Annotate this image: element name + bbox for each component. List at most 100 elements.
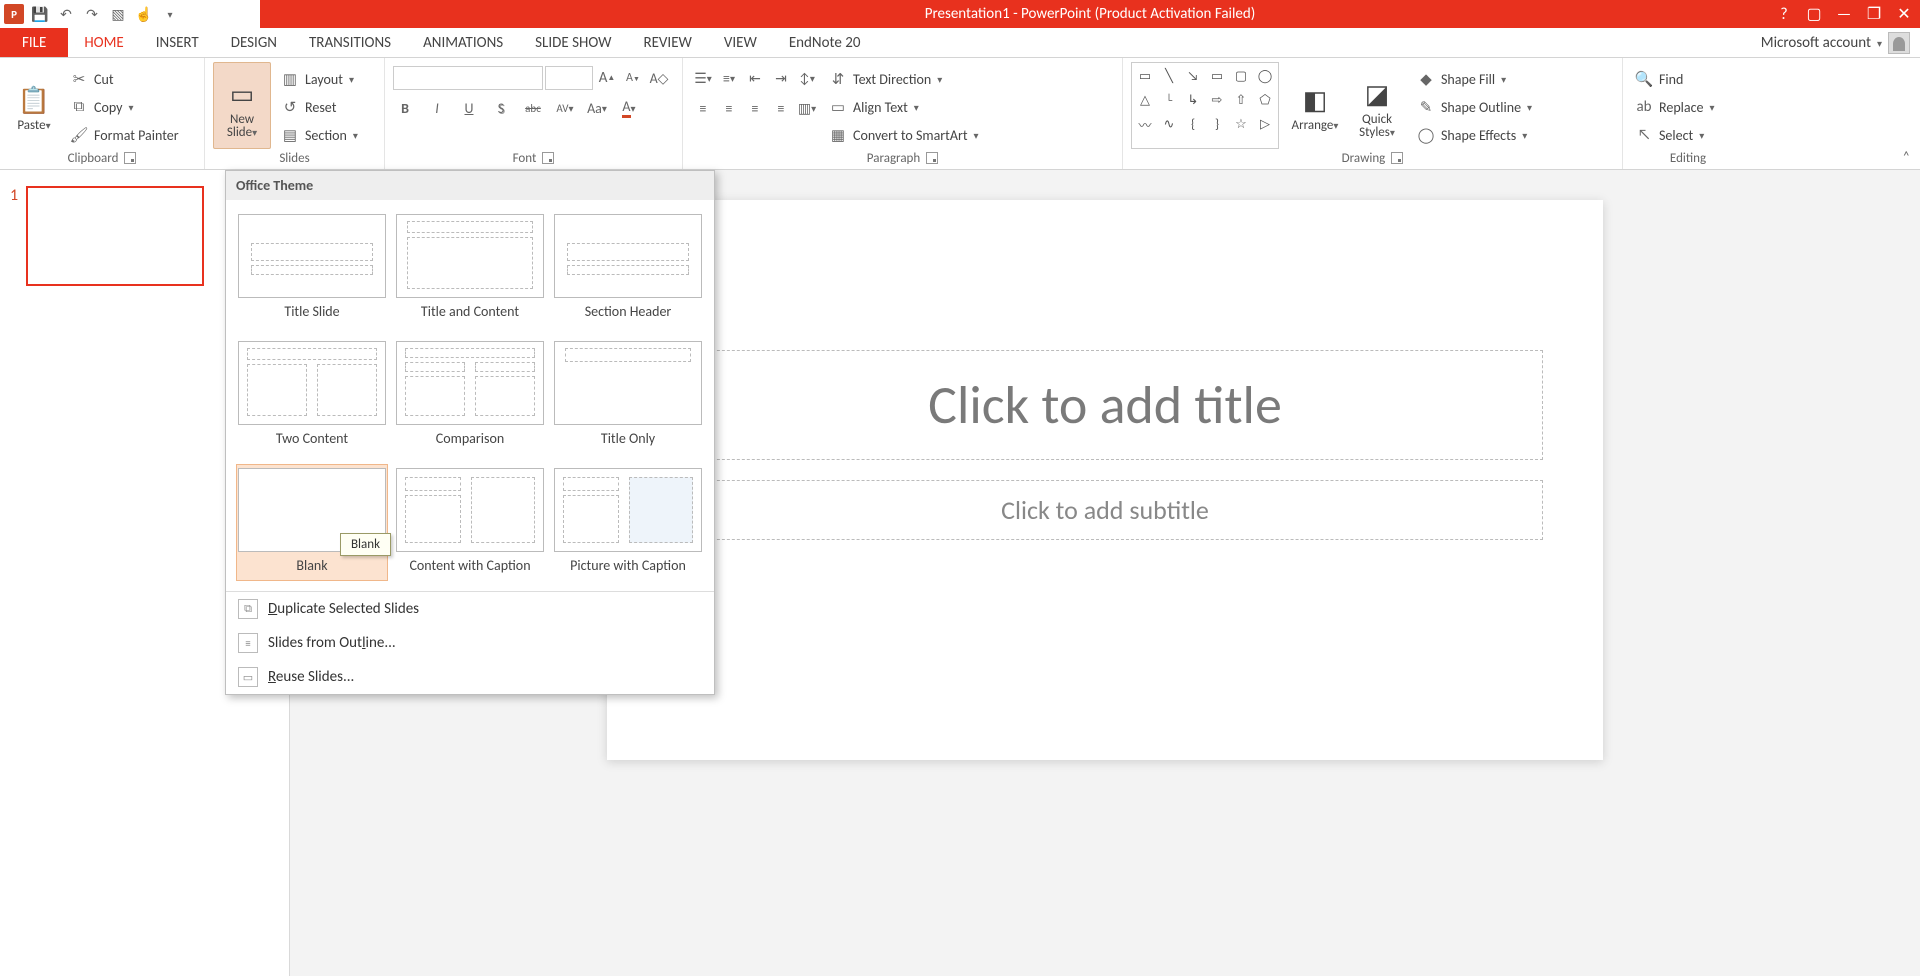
ribbon-display-options-icon[interactable]: ▢	[1804, 4, 1824, 24]
tab-design[interactable]: DESIGN	[215, 28, 293, 57]
align-right-button[interactable]: ≡	[743, 96, 767, 120]
dialog-launcher-icon[interactable]	[926, 152, 938, 164]
shape-curve-icon[interactable]: 〰	[1134, 113, 1156, 135]
shrink-font-button[interactable]: A▼	[621, 66, 645, 90]
line-spacing-button[interactable]: ↕	[795, 66, 819, 90]
slide-thumb-preview[interactable]	[26, 186, 204, 286]
shape-lconnector-icon[interactable]: └	[1158, 89, 1180, 111]
tab-insert[interactable]: INSERT	[140, 28, 215, 57]
restore-icon[interactable]: ❐	[1864, 4, 1884, 24]
collapse-ribbon-icon[interactable]: ˄	[1902, 148, 1910, 165]
arrange-button[interactable]: ◧ Arrange	[1289, 62, 1341, 149]
columns-button[interactable]: ▥	[795, 96, 819, 120]
italic-button[interactable]: I	[425, 96, 449, 120]
slide-canvas[interactable]: Click to add title Click to add subtitle	[607, 200, 1603, 760]
bullets-button[interactable]: ☰	[691, 66, 715, 90]
layout-title-content[interactable]: Title and Content	[394, 210, 546, 327]
clear-formatting-button[interactable]: A◇	[647, 66, 671, 90]
bold-button[interactable]: B	[393, 96, 417, 120]
reuse-slides-item[interactable]: ▭ Reuse Slides...	[226, 660, 714, 694]
shapes-gallery[interactable]: ▭ ╲ ↘ ▭ ▢ ◯ △ └ ↳ ⇨ ⇧ ⬠ 〰 ∿ { } ☆ ▷	[1131, 62, 1279, 149]
shape-triangle-icon[interactable]: △	[1134, 89, 1156, 111]
shape-uparrow-icon[interactable]: ⇧	[1230, 89, 1252, 111]
tab-review[interactable]: REVIEW	[627, 28, 707, 57]
start-from-beginning-icon[interactable]: ▧	[108, 4, 128, 24]
layout-title-slide[interactable]: Title Slide	[236, 210, 388, 327]
font-family-input[interactable]	[393, 66, 543, 90]
cut-button[interactable]: ✂Cut	[66, 66, 183, 92]
shape-pentagon-icon[interactable]: ⬠	[1254, 89, 1276, 111]
copy-button[interactable]: ⧉Copy	[66, 94, 183, 120]
layout-two-content[interactable]: Two Content	[236, 337, 388, 454]
dialog-launcher-icon[interactable]	[542, 152, 554, 164]
font-color-button[interactable]: A	[617, 96, 641, 120]
layout-picture-caption[interactable]: Picture with Caption	[552, 464, 704, 581]
section-button[interactable]: ▤Section	[277, 122, 362, 148]
replace-button[interactable]: abReplace	[1631, 94, 1719, 120]
shape-lbrace-icon[interactable]: {	[1182, 113, 1204, 135]
shape-rbrace-icon[interactable]: }	[1206, 113, 1228, 135]
shape-textbox-icon[interactable]: ▭	[1134, 65, 1156, 87]
underline-button[interactable]: U	[457, 96, 481, 120]
strikethrough-button[interactable]: abc	[521, 96, 545, 120]
shape-rightarrow-icon[interactable]: ⇨	[1206, 89, 1228, 111]
tab-animations[interactable]: ANIMATIONS	[407, 28, 519, 57]
account-area[interactable]: Microsoft account	[1761, 28, 1920, 57]
format-painter-button[interactable]: 🖌Format Painter	[66, 122, 183, 148]
duplicate-slides-item[interactable]: ⧉ Duplicate Selected Slides	[226, 592, 714, 626]
increase-indent-button[interactable]: ⇥	[769, 66, 793, 90]
shape-elbow-icon[interactable]: ↳	[1182, 89, 1204, 111]
qat-customize-icon[interactable]	[160, 4, 180, 24]
shadow-button[interactable]: S	[489, 96, 513, 120]
title-placeholder[interactable]: Click to add title	[667, 350, 1543, 460]
align-left-button[interactable]: ≡	[691, 96, 715, 120]
shape-rect-icon[interactable]: ▭	[1206, 65, 1228, 87]
reset-button[interactable]: ↺Reset	[277, 94, 362, 120]
find-button[interactable]: 🔍Find	[1631, 66, 1719, 92]
char-spacing-button[interactable]: AV	[553, 96, 577, 120]
shape-arrow-icon[interactable]: ↘	[1182, 65, 1204, 87]
minimize-icon[interactable]: —	[1834, 4, 1854, 24]
shape-effects-button[interactable]: ◯Shape Effects	[1413, 122, 1536, 148]
new-slide-button[interactable]: ▭ New Slide	[213, 62, 271, 149]
paste-button[interactable]: 📋 Paste	[8, 62, 60, 149]
touch-mode-icon[interactable]: ☝	[134, 4, 154, 24]
layout-title-only[interactable]: Title Only	[552, 337, 704, 454]
layout-blank[interactable]: Blank Blank	[236, 464, 388, 581]
align-text-button[interactable]: ▭Align Text	[825, 94, 983, 120]
undo-icon[interactable]: ↶	[56, 4, 76, 24]
tab-home[interactable]: HOME	[68, 28, 139, 57]
font-size-input[interactable]	[545, 66, 593, 90]
shape-oval-icon[interactable]: ◯	[1254, 65, 1276, 87]
layout-section-header[interactable]: Section Header	[552, 210, 704, 327]
decrease-indent-button[interactable]: ⇤	[743, 66, 767, 90]
slides-from-outline-item[interactable]: ≡ Slides from Outline...	[226, 626, 714, 660]
shape-freeform-icon[interactable]: ∿	[1158, 113, 1180, 135]
text-direction-button[interactable]: ⇵Text Direction	[825, 66, 983, 92]
redo-icon[interactable]: ↷	[82, 4, 102, 24]
shape-action-icon[interactable]: ▷	[1254, 113, 1276, 135]
subtitle-placeholder[interactable]: Click to add subtitle	[667, 480, 1543, 540]
layout-button[interactable]: ▥Layout	[277, 66, 362, 92]
tab-view[interactable]: VIEW	[708, 28, 773, 57]
close-icon[interactable]: ✕	[1894, 4, 1914, 24]
convert-smartart-button[interactable]: ▦Convert to SmartArt	[825, 122, 983, 148]
shape-outline-button[interactable]: ✎Shape Outline	[1413, 94, 1536, 120]
grow-font-button[interactable]: A▲	[595, 66, 619, 90]
align-center-button[interactable]: ≡	[717, 96, 741, 120]
justify-button[interactable]: ≡	[769, 96, 793, 120]
dialog-launcher-icon[interactable]	[1391, 152, 1403, 164]
tab-slideshow[interactable]: SLIDE SHOW	[519, 28, 627, 57]
quick-styles-button[interactable]: ◪ Quick Styles	[1351, 62, 1403, 149]
shape-star-icon[interactable]: ☆	[1230, 113, 1252, 135]
numbering-button[interactable]: ≡	[717, 66, 741, 90]
dialog-launcher-icon[interactable]	[124, 152, 136, 164]
shape-roundrect-icon[interactable]: ▢	[1230, 65, 1252, 87]
tab-endnote[interactable]: EndNote 20	[773, 28, 877, 57]
layout-content-caption[interactable]: Content with Caption	[394, 464, 546, 581]
change-case-button[interactable]: Aa	[585, 96, 609, 120]
save-icon[interactable]: 💾	[30, 4, 50, 24]
layout-comparison[interactable]: Comparison	[394, 337, 546, 454]
shape-line-icon[interactable]: ╲	[1158, 65, 1180, 87]
shape-fill-button[interactable]: ◆Shape Fill	[1413, 66, 1536, 92]
